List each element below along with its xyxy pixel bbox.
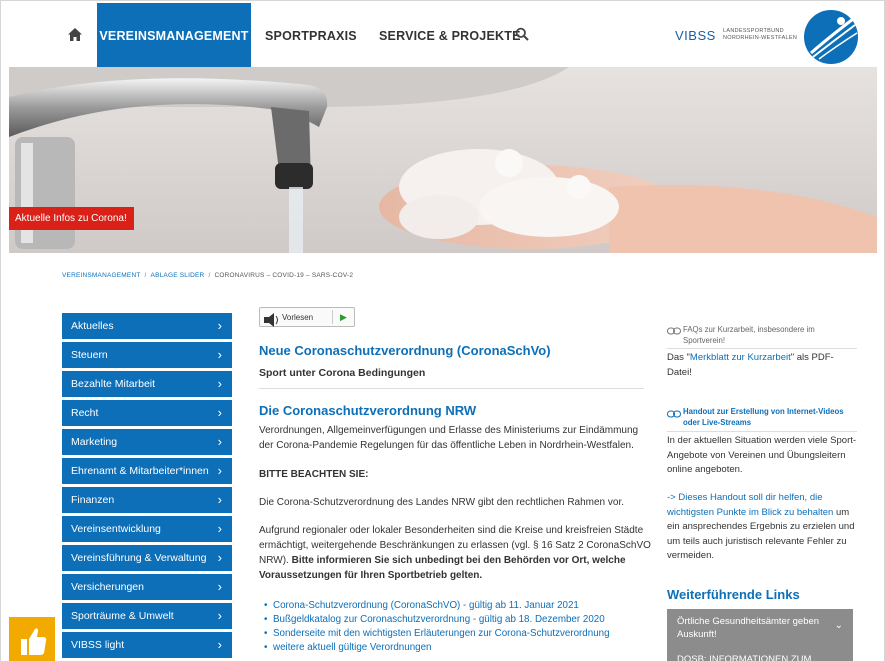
sidebar-item-recht[interactable]: Recht › [62, 400, 232, 426]
sidebar-item-steuern[interactable]: Steuern › [62, 342, 232, 368]
accordion-label: Örtliche Gesundheitsämter geben Auskunft… [677, 616, 820, 640]
chevron-right-icon: › [217, 608, 222, 623]
link-chain-icon [667, 327, 681, 335]
chevron-right-icon: › [217, 405, 222, 420]
divider [259, 388, 644, 389]
vorlesen-label: Vorlesen [282, 313, 314, 322]
nav-vibss[interactable]: VIBSS [675, 3, 716, 69]
chevron-right-icon: › [217, 521, 222, 536]
sidebar-item-vibss-light[interactable]: VIBSS light › [62, 632, 232, 658]
sidebar-item-label: Marketing [71, 436, 118, 448]
chevron-right-icon: › [217, 318, 222, 333]
hero-image: Aktuelle Infos zu Corona! [9, 67, 877, 253]
chevron-right-icon: › [217, 550, 222, 565]
chevron-right-icon: › [217, 376, 222, 391]
thumbs-up-icon [21, 628, 47, 655]
sidebar-item-bezahlte-mitarbeit[interactable]: Bezahlte Mitarbeit › [62, 371, 232, 397]
chevron-down-icon: ⌄ [834, 620, 843, 631]
link-coronaschvo[interactable]: Corona-Schutzverordnung (CoronaSchVO) - … [264, 599, 653, 613]
breadcrumb-item-vereinsmanagement[interactable]: VEREINSMANAGEMENT [62, 272, 141, 279]
sidebar-item-ehrenamt[interactable]: Ehrenamt & Mitarbeiter*innen › [62, 458, 232, 484]
chevron-right-icon: › [217, 637, 222, 652]
landessportbund-logo[interactable] [803, 9, 859, 65]
handout-link[interactable]: -> Dieses Handout soll dir helfen, die w… [667, 492, 833, 518]
sidebar-item-label: Sporträume & Umwelt [71, 610, 174, 622]
sidebar-item-versicherungen[interactable]: Versicherungen › [62, 574, 232, 600]
chevron-right-icon: › [217, 463, 222, 478]
merkblatt-link[interactable]: Merkblatt zur Kurzarbeit [690, 352, 791, 363]
paragraph-regional: Aufgrund regionaler oder lokaler Besonde… [259, 523, 651, 583]
weiterfuehrende-links-heading: Weiterführende Links [667, 587, 800, 602]
link-weitere-verordnungen[interactable]: weitere aktuell gültige Verordnungen [264, 641, 653, 655]
breadcrumb-item-ablage-slider[interactable]: ABLAGE SLIDER [151, 272, 205, 279]
vorlesen-divider [332, 310, 333, 324]
breadcrumb-separator: / [208, 272, 211, 279]
handout-text: In der aktuellen Situation werden viele … [667, 435, 857, 475]
nav-service-projekte[interactable]: SERVICE & PROJEKTE [379, 3, 521, 67]
page-frame: VEREINSMANAGEMENT SPORTPRAXIS SERVICE & … [0, 0, 885, 662]
link-bussgeldkatalog[interactable]: Bußgeldkatalog zur Coronaschutzverordnun… [264, 613, 653, 627]
paragraph-regional-bold: Bitte informieren Sie sich unbedingt bei… [259, 555, 626, 581]
sidebar-navigation: Aktuelles › Steuern › Bezahlte Mitarbeit › … [62, 313, 232, 661]
link-chain-icon [667, 410, 681, 418]
section-title: Die Coronaschutzverordnung NRW [259, 403, 477, 418]
sidebar-item-label: Versicherungen [71, 581, 144, 593]
divider [667, 348, 857, 349]
sidebar-item-label: Recht [71, 407, 99, 419]
sidebar-item-label: Vereinsführung & Verwaltung [71, 552, 207, 564]
home-icon[interactable] [67, 27, 83, 43]
play-icon[interactable]: ▶ [340, 312, 347, 323]
sidebar-item-label: Aktuelles [71, 320, 114, 332]
ordinance-links: Corona-Schutzverordnung (CoronaSchVO) - … [264, 599, 653, 655]
sidebar-item-label: Bezahlte Mitarbeit [71, 378, 156, 390]
page-subtitle: Sport unter Corona Bedingungen [259, 367, 426, 379]
speaker-icon [264, 313, 278, 327]
sidebar-item-vereinsfuehrung[interactable]: Vereinsführung & Verwaltung › [62, 545, 232, 571]
search-icon[interactable] [515, 27, 529, 41]
page-title: Neue Coronaschutzverordnung (CoronaSchVo… [259, 343, 551, 358]
sidebar-item-label: Finanzen [71, 494, 115, 506]
sidebar-item-label: Ehrenamt & Mitarbeiter*innen [71, 465, 209, 477]
sidebar-item-label: Steuern [71, 349, 108, 361]
sidebar-item-label: Vereinsentwicklung [71, 523, 161, 535]
landessportbund-wordmark[interactable]: LANDESSPORTBUND NORDRHEIN-WESTFALEN [723, 28, 797, 42]
accordion-label: DOSB: INFORMATIONEN ZUM [677, 654, 812, 662]
faq-kurzarbeit-title[interactable]: FAQs zur Kurzarbeit, insbesondere im Spo… [683, 324, 857, 346]
nav-vereinsmanagement[interactable]: VEREINSMANAGEMENT [97, 3, 251, 67]
sidebar-item-finanzen[interactable]: Finanzen › [62, 487, 232, 513]
handout-paragraph: -> Dieses Handout soll dir helfen, die w… [667, 491, 857, 564]
paragraph-legal-frame: Die Corona-Schutzverordnung des Landes N… [259, 497, 625, 508]
sidebar-item-label: VIBSS light [71, 639, 125, 651]
feedback-button[interactable] [9, 617, 55, 661]
chevron-right-icon: › [217, 347, 222, 362]
corona-info-badge[interactable]: Aktuelle Infos zu Corona! [9, 207, 134, 230]
divider [667, 431, 857, 432]
accordion-dosb[interactable]: DOSB: INFORMATIONEN ZUM [667, 647, 853, 662]
nav-sportpraxis[interactable]: SPORTPRAXIS [265, 3, 357, 67]
breadcrumb-item-current: CORONAVIRUS – COVID-19 – SARS-COV-2 [214, 272, 354, 279]
intro-paragraph: Verordnungen, Allgemeinverfügungen und E… [259, 425, 639, 451]
logo-text-line2: NORDRHEIN-WESTFALEN [723, 35, 798, 41]
chevron-right-icon: › [217, 434, 222, 449]
breadcrumb: VEREINSMANAGEMENT / ABLAGE SLIDER / CORONAVI… [62, 272, 353, 279]
link-sonderseite[interactable]: Sonderseite mit den wichtigsten Erläuter… [264, 627, 653, 641]
chevron-right-icon: › [217, 492, 222, 507]
faq-kurzarbeit-text: Das "Merkblatt zur Kurzarbeit" als PDF-D… [667, 351, 857, 380]
handout-title[interactable]: Handout zur Erstellung von Internet-Vide… [683, 406, 857, 428]
notice-heading: BITTE BEACHTEN SIE: [259, 469, 369, 480]
vorlesen-button[interactable]: Vorlesen ▶ [259, 307, 355, 327]
breadcrumb-separator: / [144, 272, 147, 279]
sidebar-item-sportraeume[interactable]: Sporträume & Umwelt › [62, 603, 232, 629]
faq-text-before: Das " [667, 352, 690, 363]
accordion-gesundheitsaemter[interactable]: Örtliche Gesundheitsämter geben Auskunft… [667, 609, 853, 647]
sidebar-item-aktuelles[interactable]: Aktuelles › [62, 313, 232, 339]
hero-illustration-handwashing [9, 67, 877, 253]
logo-text-line1: LANDESSPORTBUND [723, 28, 784, 34]
sidebar-item-marketing[interactable]: Marketing › [62, 429, 232, 455]
sidebar-item-vereinsentwicklung[interactable]: Vereinsentwicklung › [62, 516, 232, 542]
chevron-right-icon: › [217, 579, 222, 594]
top-navigation: VEREINSMANAGEMENT SPORTPRAXIS SERVICE & … [9, 3, 877, 67]
